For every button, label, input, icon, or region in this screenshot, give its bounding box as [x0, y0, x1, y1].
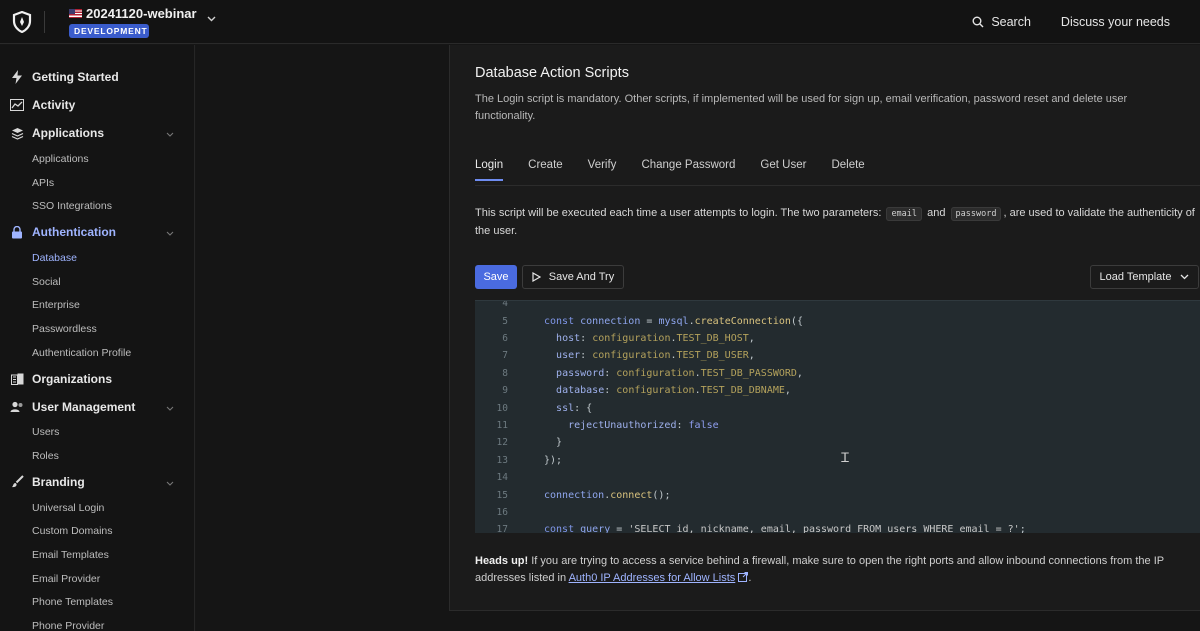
sidebar-subitem-email-provider[interactable]: Email Provider	[0, 567, 194, 591]
param-password-code: password	[950, 207, 1002, 221]
code-line: 10 ssl: {	[496, 402, 593, 414]
script-description: This script will be executed each time a…	[475, 207, 1195, 237]
code-line: 6 host: configuration.TEST_DB_HOST,	[502, 332, 755, 344]
tab-create[interactable]: Create	[528, 152, 563, 181]
tenant-name: 20241120-webinar	[86, 5, 197, 21]
param-email-code: email	[886, 207, 923, 221]
sidebar-subitem-authentication-profile[interactable]: Authentication Profile	[0, 341, 194, 365]
sidebar-subitem-apis[interactable]: APIs	[0, 171, 194, 195]
chevron-down-icon	[166, 400, 174, 414]
top-header: 20241120-webinar DEVELOPMENT Search Disc…	[0, 0, 1200, 44]
sidebar-subitem-roles[interactable]: Roles	[0, 444, 194, 468]
code-line: 11 rejectUnauthorized: false	[496, 419, 719, 431]
heads-up-notice: Heads up! If you are trying to access a …	[475, 555, 1164, 584]
tenant-switcher[interactable]: 20241120-webinar DEVELOPMENT	[69, 6, 197, 38]
sidebar-subitem-social[interactable]: Social	[0, 270, 194, 294]
lock-icon	[10, 225, 24, 239]
sidebar-subitem-applications[interactable]: Applications	[0, 147, 194, 171]
sidebar-item-user-management[interactable]: User Management	[0, 393, 194, 421]
code-line: 17 const query = 'SELECT id, nickname, e…	[496, 524, 1026, 533]
sidebar-item-activity[interactable]: Activity	[0, 91, 194, 119]
auth0-logo-icon[interactable]	[0, 0, 44, 44]
external-link-icon	[738, 572, 749, 582]
search-label: Search	[991, 14, 1031, 29]
code-line: 15 connection.connect();	[496, 489, 671, 501]
sidebar-item-organizations[interactable]: Organizations	[0, 365, 194, 393]
script-tabs: Login Create Verify Change Password Get …	[475, 152, 890, 181]
sidebar-subitem-sso-integrations[interactable]: SSO Integrations	[0, 194, 194, 218]
tab-change-password[interactable]: Change Password	[641, 152, 735, 181]
discuss-needs-link[interactable]: Discuss your needs	[1061, 15, 1170, 29]
sidebar-subitem-enterprise[interactable]: Enterprise	[0, 293, 194, 317]
database-action-scripts-panel: Database Action Scripts The Login script…	[449, 45, 1200, 611]
sidebar-subitem-email-templates[interactable]: Email Templates	[0, 543, 194, 567]
environment-badge: DEVELOPMENT	[69, 23, 149, 38]
search-icon	[972, 16, 984, 27]
header-divider	[44, 10, 45, 33]
code-line: 16	[496, 506, 508, 518]
sidebar-subitem-universal-login[interactable]: Universal Login	[0, 496, 194, 520]
code-line: 9 database: configuration.TEST_DB_DBNAME…	[502, 385, 791, 397]
chevron-down-icon	[166, 475, 174, 489]
sidebar-subitem-phone-provider[interactable]: Phone Provider	[0, 614, 194, 631]
paintbrush-icon	[10, 475, 24, 489]
activity-chart-icon	[10, 98, 24, 112]
sidebar-subitem-passwordless[interactable]: Passwordless	[0, 317, 194, 341]
sidebar-subitem-phone-templates[interactable]: Phone Templates	[0, 591, 194, 615]
ip-allow-list-link[interactable]: Auth0 IP Addresses for Allow Lists	[569, 572, 736, 584]
tab-delete[interactable]: Delete	[831, 152, 864, 181]
tab-verify[interactable]: Verify	[588, 152, 617, 181]
code-line: 4	[502, 300, 508, 310]
page-title: Database Action Scripts	[475, 65, 629, 81]
sidebar-subitem-custom-domains[interactable]: Custom Domains	[0, 520, 194, 544]
chevron-down-icon	[1181, 274, 1189, 280]
tab-get-user[interactable]: Get User	[760, 152, 806, 181]
play-icon	[532, 272, 541, 282]
chevron-down-icon[interactable]	[207, 11, 216, 25]
chevron-down-icon	[166, 225, 174, 239]
code-line: 13 });	[496, 454, 563, 466]
code-line: 7 user: configuration.TEST_DB_USER,	[502, 350, 755, 362]
save-and-try-button[interactable]: Save And Try	[522, 265, 624, 289]
code-editor[interactable]: 4 5 const connection = mysql.createConne…	[475, 300, 1200, 533]
sidebar-subitem-users[interactable]: Users	[0, 421, 194, 445]
sidebar-item-applications[interactable]: Applications	[0, 119, 194, 147]
sidebar-item-getting-started[interactable]: Getting Started	[0, 63, 194, 91]
page-description: The Login script is mandatory. Other scr…	[475, 93, 1128, 122]
us-flag-icon	[69, 8, 82, 18]
search-button[interactable]: Search	[972, 15, 1031, 29]
users-icon	[10, 400, 24, 414]
sidebar: Getting Started Activity Applications Ap…	[0, 45, 195, 631]
building-icon	[10, 372, 24, 386]
save-button[interactable]: Save	[475, 265, 517, 289]
load-template-dropdown[interactable]: Load Template	[1090, 265, 1199, 289]
sidebar-item-branding[interactable]: Branding	[0, 468, 194, 496]
code-line: 8 password: configuration.TEST_DB_PASSWO…	[502, 367, 803, 379]
lightning-icon	[10, 70, 24, 84]
tab-login[interactable]: Login	[475, 152, 504, 181]
chevron-down-icon	[166, 126, 174, 140]
code-line: 5 const connection = mysql.createConnect…	[502, 315, 803, 327]
tabs-divider	[475, 185, 1200, 186]
code-line: 12 }	[496, 437, 563, 449]
layers-icon	[10, 126, 24, 140]
sidebar-subitem-database[interactable]: Database	[0, 246, 194, 270]
text-cursor-icon: Ꮖ	[841, 451, 850, 466]
code-line: 14	[496, 472, 508, 484]
sidebar-item-authentication[interactable]: Authentication	[0, 218, 194, 246]
